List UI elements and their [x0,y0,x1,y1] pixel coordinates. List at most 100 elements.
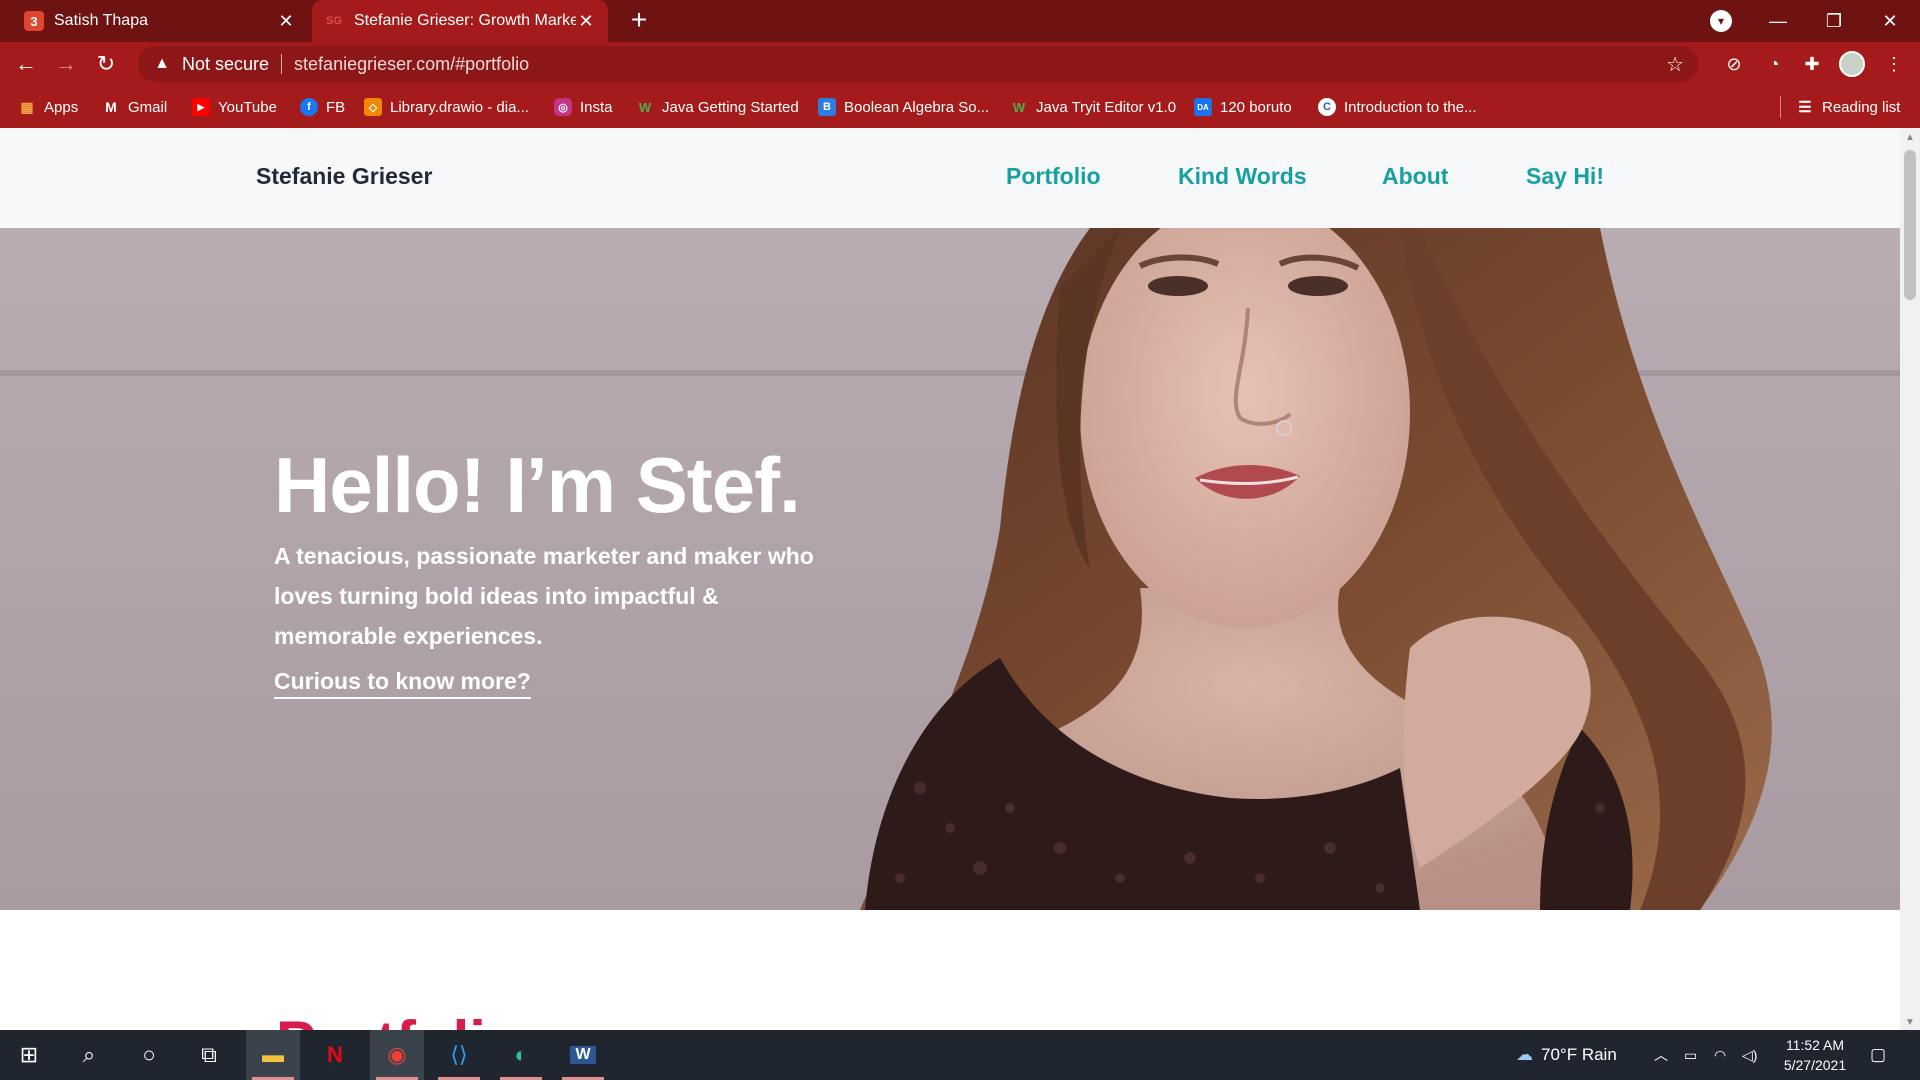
bookmark-label: Apps [44,98,79,116]
bookmark-introduction[interactable]: C Introduction to the... [1318,86,1477,128]
b-icon: B [818,98,836,116]
file-explorer-icon[interactable]: ▬ [246,1030,300,1080]
nav-about[interactable]: About [1382,163,1448,190]
close-icon[interactable]: ✕ [276,11,296,32]
c-icon: C [1318,98,1336,116]
bookmark-insta[interactable]: ◎ Insta [554,86,613,128]
browser-tabstrip: 3 Satish Thapa ✕ SG Stefanie Grieser: Gr… [0,0,1920,42]
da-icon: DA [1194,98,1212,116]
divider [1780,96,1781,118]
bookmark-java-tryit[interactable]: W Java Tryit Editor v1.0 [1010,86,1176,128]
bookmark-java-getting-started[interactable]: W Java Getting Started [636,86,799,128]
scrollbar-thumb[interactable] [1904,150,1916,300]
show-hidden-icons-chevron-icon[interactable]: ︿ [1654,1030,1668,1080]
site-brand[interactable]: Stefanie Grieser [256,163,432,190]
profile-avatar[interactable] [1839,51,1865,77]
reading-list-label: Reading list [1822,98,1901,116]
notifications-icon[interactable]: ▢ [1870,1030,1886,1080]
bookmark-120-boruto[interactable]: DA 120 boruto [1194,86,1292,128]
extension-timer-icon[interactable]: ◔ [1760,51,1788,77]
window-close-icon[interactable]: ✕ [1862,0,1918,42]
hero-more-link[interactable]: Curious to know more? [274,668,531,699]
hero-subtitle: A tenacious, passionate marketer and mak… [274,543,814,649]
bookmark-youtube[interactable]: ▶ YouTube [192,86,277,128]
cortana-circle-icon[interactable]: ○ [122,1030,176,1080]
bookmark-drawio[interactable]: ◇ Library.drawio - dia... [364,86,529,128]
nav-portfolio[interactable]: Portfolio [1006,163,1101,190]
bookmark-label: Boolean Algebra So... [844,98,990,116]
weather-widget[interactable]: ☁ 70°F Rain [1516,1030,1617,1080]
security-label[interactable]: Not secure [182,54,269,75]
close-icon[interactable]: ✕ [576,11,596,32]
edge-icon[interactable]: ◐ [494,1030,548,1080]
rain-cloud-icon: ☁ [1516,1045,1533,1064]
extensions-puzzle-icon[interactable]: ✚ [1798,51,1826,77]
menu-kebab-icon[interactable]: ⋮ [1880,51,1908,77]
scroll-down-arrow-icon[interactable]: ▼ [1900,1017,1920,1028]
bookmark-star-icon[interactable]: ☆ [1666,52,1684,77]
apps-grid-icon: ▦ [20,98,34,115]
reading-list-icon: ☰ [1798,99,1812,116]
w-icon: W [638,99,652,115]
volume-icon[interactable]: ◁) [1742,1030,1757,1080]
w-icon: W [1012,99,1026,115]
instagram-icon: ◎ [554,98,572,116]
portfolio-heading-partial: Portfoli [276,1008,486,1030]
drawio-icon: ◇ [364,98,382,116]
hero-banner: Hello! I’m Stef. A tenacious, passionate… [0,228,1900,910]
browser-toolbar: ← → ↻ ▲ Not secure stefaniegrieser.com/#… [0,42,1920,86]
tab-stefanie-grieser[interactable]: SG Stefanie Grieser: Growth Markete ✕ [312,0,608,42]
bookmark-label: Library.drawio - dia... [390,98,529,116]
forward-arrow-icon[interactable]: → [52,50,80,78]
page-scrollbar[interactable]: ▲ ▼ [1900,128,1920,1030]
scroll-up-arrow-icon[interactable]: ▲ [1900,132,1920,143]
weather-text: 70°F Rain [1541,1045,1617,1064]
tab-title: Satish Thapa [54,12,148,29]
bookmark-label: Java Tryit Editor v1.0 [1036,98,1177,116]
address-bar[interactable]: ▲ Not secure stefaniegrieser.com/#portfo… [138,46,1698,82]
tab-favicon: 3 [24,11,44,31]
bookmark-fb[interactable]: f FB [300,86,345,128]
search-icon[interactable]: ⌕ [62,1030,116,1080]
hero-title: Hello! I’m Stef. [274,441,801,529]
bookmark-label: Java Getting Started [662,98,799,116]
bookmark-gmail[interactable]: M Gmail [102,86,167,128]
battery-icon[interactable]: ▭ [1684,1030,1697,1080]
tab-search-chevron-icon[interactable]: ▾ [1710,10,1732,32]
tab-favicon: SG [326,15,342,27]
bookmark-label: 120 boruto [1220,98,1292,116]
web-page: Stefanie Grieser Portfolio Kind Words Ab… [0,128,1900,1030]
reload-icon[interactable]: ↻ [92,50,120,78]
netflix-icon[interactable]: N [308,1030,362,1080]
back-arrow-icon[interactable]: ← [12,50,40,78]
reading-list-button[interactable]: ☰ Reading list [1796,86,1900,128]
bookmark-label: Introduction to the... [1344,98,1477,116]
task-view-icon[interactable]: ⧉ [182,1030,236,1080]
new-tab-plus-icon[interactable]: + [624,6,654,36]
warning-triangle-icon[interactable]: ▲ [152,55,172,73]
bookmark-apps[interactable]: ▦ Apps [18,86,78,128]
bookmark-label: FB [326,98,346,116]
word-icon[interactable]: W [556,1030,610,1080]
bookmark-boolean-algebra[interactable]: B Boolean Algebra So... [818,86,989,128]
system-clock[interactable]: 11:52 AM 5/27/2021 [1770,1035,1860,1075]
nav-say-hi[interactable]: Say Hi! [1526,163,1604,190]
facebook-icon: f [300,98,318,116]
site-header: Stefanie Grieser Portfolio Kind Words Ab… [0,128,1900,228]
extension-adblock-icon[interactable]: ⊘ [1720,51,1748,77]
tab-satish-thapa[interactable]: 3 Satish Thapa ✕ [12,0,308,42]
youtube-icon: ▶ [192,98,210,116]
bookmark-label: Insta [580,98,613,116]
vscode-icon[interactable]: ⟨⟩ [432,1030,486,1080]
windows-start-icon[interactable]: ⊞ [2,1030,56,1080]
wifi-icon[interactable]: ◠ [1714,1030,1726,1080]
nav-kind-words[interactable]: Kind Words [1178,163,1307,190]
clock-date: 5/27/2021 [1783,1057,1847,1073]
minimize-icon[interactable]: — [1750,0,1806,42]
bookmark-label: Gmail [128,98,168,116]
clock-time: 11:52 AM [1785,1037,1845,1053]
restore-icon[interactable]: ❐ [1806,0,1862,42]
chrome-icon[interactable]: ◉ [370,1030,424,1080]
bookmarks-bar: ▦ Apps M Gmail ▶ YouTube f FB ◇ Library.… [0,86,1920,128]
url-text[interactable]: stefaniegrieser.com/#portfolio [294,54,529,75]
